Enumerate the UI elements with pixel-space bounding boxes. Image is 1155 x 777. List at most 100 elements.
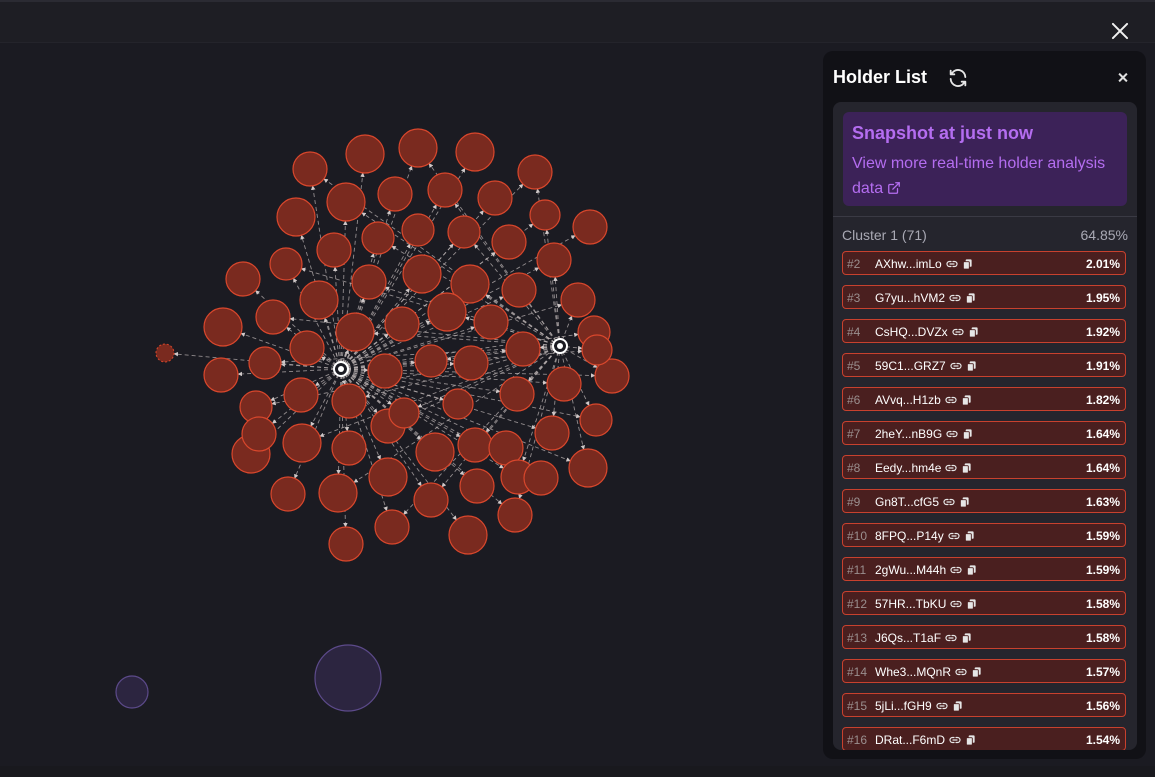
- link-icon[interactable]: [944, 394, 958, 409]
- holder-bubble[interactable]: [491, 224, 527, 260]
- holder-bubble[interactable]: [318, 473, 358, 513]
- link-icon[interactable]: [954, 666, 968, 681]
- holder-bubble[interactable]: [203, 307, 243, 347]
- copy-icon[interactable]: [959, 496, 970, 511]
- holder-bubble[interactable]: [269, 247, 303, 281]
- copy-icon[interactable]: [965, 734, 976, 749]
- holder-bubble[interactable]: [225, 261, 261, 297]
- holder-bubble[interactable]: [326, 182, 366, 222]
- holder-bubble[interactable]: [529, 199, 561, 231]
- holder-bubble[interactable]: [316, 232, 352, 268]
- holder-list-scroll[interactable]: Snapshot at just now View more real-time…: [833, 102, 1137, 750]
- holder-row[interactable]: #12 57HR...TbKU 1.58%: [842, 591, 1126, 615]
- copy-icon[interactable]: [971, 666, 982, 681]
- holder-row[interactable]: #7 2heY...nB9G 1.64%: [842, 421, 1126, 445]
- holder-bubble[interactable]: [331, 383, 367, 419]
- holder-bubble[interactable]: [534, 415, 570, 451]
- holder-row[interactable]: #16 DRat...F6mD 1.54%: [842, 727, 1126, 750]
- holder-bubble[interactable]: [442, 388, 474, 420]
- holder-bubble[interactable]: [335, 312, 375, 352]
- holder-bubble[interactable]: [546, 366, 582, 402]
- holder-bubble[interactable]: [276, 197, 316, 237]
- copy-icon[interactable]: [965, 292, 976, 307]
- holder-bubble[interactable]: [299, 280, 339, 320]
- holder-bubble[interactable]: [455, 132, 495, 172]
- link-icon[interactable]: [949, 360, 963, 375]
- holder-row[interactable]: #4 CsHQ...DVZx 1.92%: [842, 319, 1126, 343]
- copy-icon[interactable]: [961, 394, 972, 409]
- copy-icon[interactable]: [952, 700, 963, 715]
- holder-bubble[interactable]: [447, 215, 481, 249]
- link-icon[interactable]: [945, 428, 959, 443]
- holder-bubble[interactable]: [477, 180, 513, 216]
- holder-row[interactable]: #13 J6Qs...T1aF 1.58%: [842, 625, 1126, 649]
- holder-row[interactable]: #3 G7yu...hVM2 1.95%: [842, 285, 1126, 309]
- link-icon[interactable]: [944, 462, 958, 477]
- close-icon[interactable]: [1112, 67, 1134, 89]
- holder-bubble-outlier[interactable]: [155, 343, 175, 363]
- holder-bubble[interactable]: [497, 497, 533, 533]
- holder-bubble[interactable]: [579, 403, 613, 437]
- holder-bubble[interactable]: [501, 272, 537, 308]
- holder-bubble[interactable]: [328, 526, 364, 562]
- holder-bubble[interactable]: [499, 376, 535, 412]
- holder-bubble[interactable]: [413, 482, 449, 518]
- holder-bubble[interactable]: [345, 134, 385, 174]
- holder-bubble[interactable]: [560, 282, 596, 318]
- copy-icon[interactable]: [961, 462, 972, 477]
- holder-bubble[interactable]: [414, 344, 448, 378]
- holder-bubble[interactable]: [398, 128, 438, 168]
- holder-row[interactable]: #14 Whe3...MQnR 1.57%: [842, 659, 1126, 683]
- holder-bubble[interactable]: [361, 221, 395, 255]
- holder-bubble[interactable]: [282, 423, 322, 463]
- copy-icon[interactable]: [962, 428, 973, 443]
- link-icon[interactable]: [945, 258, 959, 273]
- copy-icon[interactable]: [966, 598, 977, 613]
- holder-bubble[interactable]: [367, 353, 403, 389]
- holder-bubble[interactable]: [473, 304, 509, 340]
- other-cluster-bubble-large[interactable]: [314, 644, 382, 712]
- holder-bubble[interactable]: [517, 154, 553, 190]
- holder-bubble[interactable]: [453, 345, 489, 381]
- holder-bubble[interactable]: [292, 151, 328, 187]
- holder-bubble[interactable]: [536, 242, 572, 278]
- holder-bubble[interactable]: [289, 330, 325, 366]
- realtime-analysis-link[interactable]: View more real-time holder analysis data: [852, 151, 1118, 201]
- holder-row[interactable]: #5 59C1...GRZ7 1.91%: [842, 353, 1126, 377]
- holder-row[interactable]: #11 2gWu...M44h 1.59%: [842, 557, 1126, 581]
- copy-icon[interactable]: [968, 326, 979, 341]
- hub-node[interactable]: [557, 343, 563, 349]
- cluster-header[interactable]: Cluster 1 (71) 64.85%: [833, 217, 1137, 251]
- refresh-icon[interactable]: [947, 67, 969, 89]
- copy-icon[interactable]: [966, 360, 977, 375]
- holder-bubble[interactable]: [368, 457, 408, 497]
- link-icon[interactable]: [947, 530, 961, 545]
- holder-row[interactable]: #2 AXhw...imLo 2.01%: [842, 251, 1126, 275]
- holder-bubble[interactable]: [457, 427, 493, 463]
- holder-bubble[interactable]: [270, 476, 306, 512]
- hub-node[interactable]: [338, 366, 344, 372]
- holder-bubble[interactable]: [384, 306, 420, 342]
- link-icon[interactable]: [949, 564, 963, 579]
- holder-bubble[interactable]: [427, 172, 463, 208]
- holder-bubble[interactable]: [331, 430, 367, 466]
- holder-bubble[interactable]: [248, 346, 282, 380]
- holder-bubble[interactable]: [388, 397, 420, 429]
- holder-bubble[interactable]: [415, 432, 455, 472]
- holder-bubble[interactable]: [402, 254, 442, 294]
- holder-bubble[interactable]: [374, 509, 410, 545]
- link-icon[interactable]: [935, 700, 949, 715]
- holder-row[interactable]: #10 8FPQ...P14y 1.59%: [842, 523, 1126, 547]
- close-modal-icon[interactable]: [1104, 16, 1136, 48]
- holder-bubble[interactable]: [427, 292, 467, 332]
- other-cluster-bubble-small[interactable]: [115, 675, 149, 709]
- link-icon[interactable]: [944, 632, 958, 647]
- holder-bubble[interactable]: [448, 515, 488, 555]
- link-icon[interactable]: [942, 496, 956, 511]
- holder-bubble[interactable]: [572, 209, 608, 245]
- holder-bubble[interactable]: [401, 213, 435, 247]
- link-icon[interactable]: [951, 326, 965, 341]
- holder-bubble[interactable]: [523, 460, 559, 496]
- holder-row[interactable]: #6 AVvq...H1zb 1.82%: [842, 387, 1126, 411]
- copy-icon[interactable]: [966, 564, 977, 579]
